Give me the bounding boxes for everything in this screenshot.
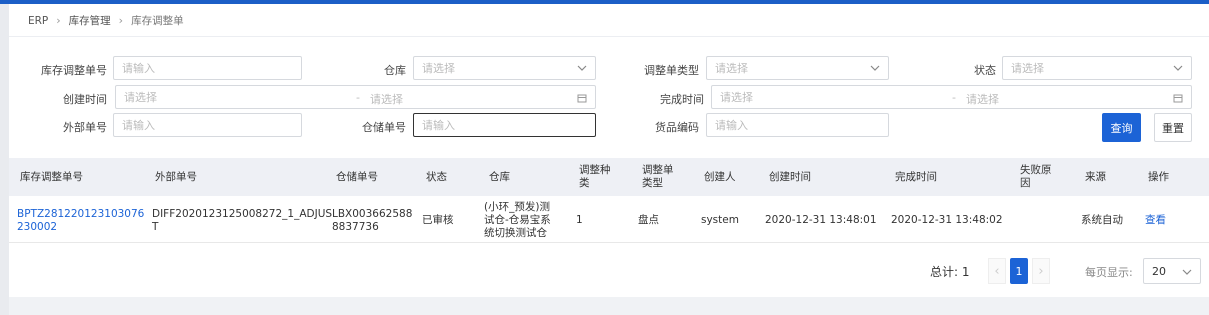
cell-status: 已审核 bbox=[422, 214, 454, 226]
cell-creator: system bbox=[701, 214, 739, 226]
chevron-right-icon: › bbox=[118, 14, 124, 27]
th-source: 来源 bbox=[1085, 171, 1106, 183]
left-gutter bbox=[0, 4, 9, 315]
cell-adjust-qty: 1 bbox=[576, 214, 583, 226]
breadcrumb-current: 库存调整单 bbox=[131, 15, 184, 27]
chevron-down-icon bbox=[1173, 65, 1183, 71]
next-page-button[interactable]: › bbox=[1032, 258, 1050, 284]
th-adjust-no: 库存调整单号 bbox=[20, 171, 83, 183]
page-size-select[interactable]: 20 bbox=[1143, 258, 1201, 284]
prev-page-button[interactable]: ‹ bbox=[988, 258, 1006, 284]
th-fail-reason: 失败原 因 bbox=[1020, 164, 1052, 189]
created-time-label: 创建时间 bbox=[63, 93, 107, 106]
finished-time-range[interactable]: 请选择 - 请选择 bbox=[711, 85, 1192, 109]
warehouse-select[interactable]: 请选择 bbox=[413, 56, 596, 80]
calendar-icon bbox=[1173, 94, 1183, 103]
adjust-no-input[interactable]: 请输入 bbox=[113, 56, 302, 80]
sku-code-input[interactable]: 请输入 bbox=[706, 113, 889, 137]
adjust-type-select[interactable]: 请选择 bbox=[706, 56, 889, 80]
th-status: 状态 bbox=[426, 171, 447, 183]
th-finished-time: 完成时间 bbox=[895, 171, 937, 183]
chevron-down-icon bbox=[870, 65, 880, 71]
external-no-input[interactable]: 请输入 bbox=[113, 113, 302, 137]
cell-source: 系统自动 bbox=[1081, 214, 1123, 226]
cell-external-no: DIFF2020123125008272_1_ADJUS T bbox=[152, 208, 333, 233]
query-button[interactable]: 查询 bbox=[1102, 113, 1141, 142]
th-action: 操作 bbox=[1148, 171, 1169, 183]
th-external-no: 外部单号 bbox=[155, 171, 197, 183]
cell-storage-no: LBX003662588 8837736 bbox=[332, 208, 413, 233]
created-time-range[interactable]: 请选择 - 请选择 bbox=[115, 85, 596, 109]
th-warehouse: 仓库 bbox=[489, 171, 510, 183]
chevron-down-icon bbox=[577, 65, 587, 71]
view-link[interactable]: 查看 bbox=[1145, 214, 1166, 227]
bottom-band bbox=[9, 297, 1209, 315]
th-creator: 创建人 bbox=[704, 171, 736, 183]
th-created-time: 创建时间 bbox=[769, 171, 811, 183]
sku-code-label: 货品编码 bbox=[655, 121, 699, 134]
cell-warehouse: (小环_预发)测 试仓-仓易宝系 统切换测试仓 bbox=[484, 201, 551, 239]
breadcrumb-root[interactable]: ERP bbox=[28, 15, 48, 27]
page-size-label: 每页显示: bbox=[1085, 266, 1133, 279]
storage-no-input[interactable]: 请输入 bbox=[413, 113, 596, 137]
adjust-no-label: 库存调整单号 bbox=[41, 64, 107, 77]
adjust-no-link[interactable]: BPTZ281220123103076 230002 bbox=[17, 208, 144, 234]
status-select[interactable]: 请选择 bbox=[1002, 56, 1192, 80]
th-adjust-qty: 调整种 类 bbox=[579, 164, 611, 189]
th-adjust-type: 调整单 类型 bbox=[642, 164, 674, 189]
breadcrumb: ERP › 库存管理 › 库存调整单 bbox=[28, 13, 184, 28]
warehouse-label: 仓库 bbox=[384, 64, 406, 77]
cell-finished-time: 2020-12-31 13:48:02 bbox=[891, 214, 1003, 226]
status-label: 状态 bbox=[974, 64, 996, 77]
calendar-icon bbox=[577, 94, 587, 103]
finished-time-label: 完成时间 bbox=[660, 93, 704, 106]
cell-adjust-type: 盘点 bbox=[638, 214, 659, 226]
breadcrumb-level1[interactable]: 库存管理 bbox=[69, 13, 111, 28]
external-no-label: 外部单号 bbox=[63, 121, 107, 134]
chevron-left-icon: ‹ bbox=[994, 263, 1000, 279]
content-card bbox=[9, 4, 1209, 297]
storage-no-label: 仓储单号 bbox=[362, 121, 406, 134]
th-storage-no: 仓储单号 bbox=[336, 171, 378, 183]
chevron-right-icon: › bbox=[56, 14, 61, 27]
cell-created-time: 2020-12-31 13:48:01 bbox=[765, 214, 877, 226]
chevron-down-icon bbox=[1182, 269, 1192, 275]
pagination-total: 总计: 1 bbox=[930, 265, 970, 279]
chevron-right-icon: › bbox=[1038, 263, 1044, 279]
adjust-type-label: 调整单类型 bbox=[644, 64, 699, 77]
reset-button[interactable]: 重置 bbox=[1154, 113, 1192, 142]
page-1-button[interactable]: 1 bbox=[1010, 258, 1028, 284]
breadcrumb-divider bbox=[9, 36, 1209, 37]
